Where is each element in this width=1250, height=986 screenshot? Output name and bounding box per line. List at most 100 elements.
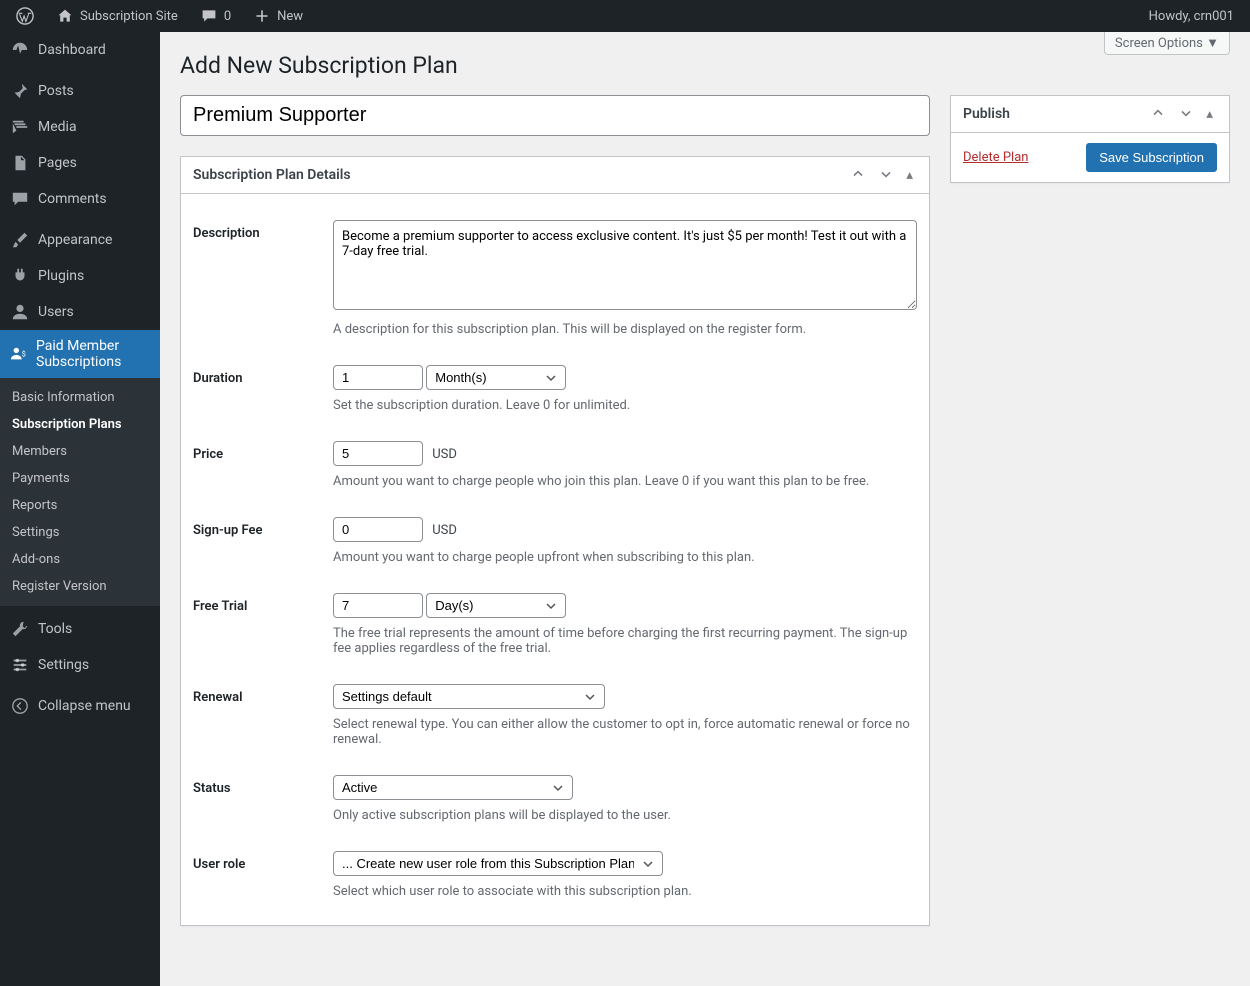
page-title: Add New Subscription Plan: [180, 52, 1230, 79]
menu-label: Paid Member Subscriptions: [36, 338, 150, 370]
toggle-panel-button[interactable]: ▴: [1202, 101, 1217, 128]
admin-bar: Subscription Site 0 New Howdy, crn001: [0, 0, 1250, 32]
free-trial-unit-select[interactable]: Day(s): [426, 593, 566, 618]
menu-settings[interactable]: Settings: [0, 647, 160, 683]
submenu-members[interactable]: Members: [0, 438, 160, 465]
signup-fee-input[interactable]: [333, 517, 423, 542]
main-content: Screen Options ▼ Add New Subscription Pl…: [160, 32, 1250, 986]
site-name-text: Subscription Site: [80, 9, 178, 24]
chevron-up-icon: [850, 170, 866, 185]
signup-fee-currency: USD: [432, 523, 457, 538]
submenu-addons[interactable]: Add-ons: [0, 546, 160, 573]
screen-options-tab[interactable]: Screen Options ▼: [1104, 32, 1230, 55]
row-user-role: User role ... Create new user role from …: [193, 837, 917, 913]
wordpress-logo[interactable]: [8, 0, 42, 32]
move-down-button[interactable]: [1174, 101, 1198, 128]
renewal-select[interactable]: Settings default: [333, 684, 605, 709]
row-renewal: Renewal Settings default Select renewal …: [193, 670, 917, 761]
menu-label: Posts: [38, 83, 74, 99]
menu-label: Media: [38, 119, 77, 135]
menu-dashboard[interactable]: Dashboard: [0, 32, 160, 68]
comments-link[interactable]: 0: [192, 0, 239, 32]
free-trial-help: The free trial represents the amount of …: [333, 626, 917, 656]
submenu-payments[interactable]: Payments: [0, 465, 160, 492]
user-icon: [10, 302, 30, 322]
free-trial-input[interactable]: [333, 593, 423, 618]
pms-icon: $: [10, 344, 28, 364]
menu-media[interactable]: Media: [0, 109, 160, 145]
price-input[interactable]: [333, 441, 423, 466]
submenu-reports[interactable]: Reports: [0, 492, 160, 519]
menu-label: Pages: [38, 155, 77, 171]
row-price: Price USD Amount you want to charge peop…: [193, 427, 917, 503]
dashboard-icon: [10, 40, 30, 60]
price-label: Price: [193, 441, 333, 489]
row-duration: Duration Month(s) Set the subscription d…: [193, 351, 917, 427]
new-link[interactable]: New: [245, 0, 311, 32]
move-up-button[interactable]: [1146, 101, 1170, 128]
triangle-up-icon: ▴: [906, 167, 913, 182]
status-select[interactable]: Active: [333, 775, 573, 800]
plug-icon: [10, 266, 30, 286]
comment-icon: [10, 189, 30, 209]
row-free-trial: Free Trial Day(s) The free trial represe…: [193, 579, 917, 670]
publish-header: Publish ▴: [951, 96, 1229, 133]
price-currency: USD: [432, 447, 457, 462]
menu-plugins[interactable]: Plugins: [0, 258, 160, 294]
row-signup-fee: Sign-up Fee USD Amount you want to charg…: [193, 503, 917, 579]
menu-paid-member-subscriptions[interactable]: $ Paid Member Subscriptions: [0, 330, 160, 378]
menu-appearance[interactable]: Appearance: [0, 222, 160, 258]
menu-tools[interactable]: Tools: [0, 611, 160, 647]
details-header: Subscription Plan Details ▴: [181, 157, 929, 194]
user-role-label: User role: [193, 851, 333, 899]
signup-fee-help: Amount you want to charge people upfront…: [333, 550, 917, 565]
chevron-down-icon: [878, 170, 894, 185]
description-textarea[interactable]: [333, 220, 917, 310]
duration-input[interactable]: [333, 365, 423, 390]
user-role-select[interactable]: ... Create new user role from this Subsc…: [333, 851, 663, 876]
row-status: Status Active Only active subscription p…: [193, 761, 917, 837]
menu-posts[interactable]: Posts: [0, 73, 160, 109]
publish-title: Publish: [963, 96, 1010, 132]
menu-label: Plugins: [38, 268, 84, 284]
menu-users[interactable]: Users: [0, 294, 160, 330]
chevron-down-icon: [1178, 109, 1194, 124]
brush-icon: [10, 230, 30, 250]
menu-collapse[interactable]: Collapse menu: [0, 688, 160, 724]
submenu-pms: Basic Information Subscription Plans Mem…: [0, 378, 160, 606]
submenu-subscription-plans[interactable]: Subscription Plans: [0, 411, 160, 438]
sliders-icon: [10, 655, 30, 675]
admin-bar-left: Subscription Site 0 New: [8, 0, 311, 32]
move-up-button[interactable]: [846, 162, 870, 189]
plus-icon: [253, 7, 271, 25]
admin-sidebar: Dashboard Posts Media Pages Comments App…: [0, 32, 160, 986]
pages-icon: [10, 153, 30, 173]
chevron-up-icon: [1150, 109, 1166, 124]
menu-label: Collapse menu: [38, 698, 131, 714]
howdy-link[interactable]: Howdy, crn001: [1149, 9, 1242, 24]
submenu-basic-information[interactable]: Basic Information: [0, 384, 160, 411]
description-help: A description for this subscription plan…: [333, 322, 917, 337]
toggle-panel-button[interactable]: ▴: [902, 162, 917, 189]
duration-unit-select[interactable]: Month(s): [426, 365, 566, 390]
delete-plan-link[interactable]: Delete Plan: [963, 150, 1028, 165]
menu-label: Comments: [38, 191, 107, 207]
screen-options-label: Screen Options: [1115, 36, 1203, 51]
site-name-link[interactable]: Subscription Site: [48, 0, 186, 32]
renewal-label: Renewal: [193, 684, 333, 747]
triangle-down-icon: ▼: [1206, 36, 1219, 51]
submenu-register-version[interactable]: Register Version: [0, 573, 160, 600]
description-label: Description: [193, 220, 333, 337]
menu-label: Tools: [38, 621, 72, 637]
howdy-text: Howdy, crn001: [1149, 9, 1234, 24]
submenu-settings[interactable]: Settings: [0, 519, 160, 546]
plan-title-input[interactable]: [180, 95, 930, 136]
subscription-plan-details-box: Subscription Plan Details ▴ Description: [180, 156, 930, 926]
save-subscription-button[interactable]: Save Subscription: [1086, 143, 1217, 172]
menu-pages[interactable]: Pages: [0, 145, 160, 181]
menu-comments[interactable]: Comments: [0, 181, 160, 217]
menu-label: Appearance: [38, 232, 112, 248]
move-down-button[interactable]: [874, 162, 898, 189]
publish-box: Publish ▴ Delete Plan Save Subscription: [950, 95, 1230, 183]
price-help: Amount you want to charge people who joi…: [333, 474, 917, 489]
